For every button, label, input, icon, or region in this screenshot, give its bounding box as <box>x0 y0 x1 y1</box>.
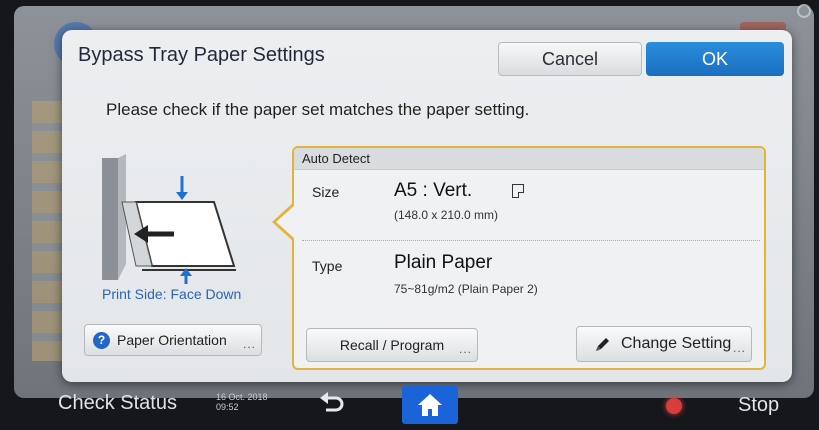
page-portrait-icon <box>512 184 524 198</box>
close-icon <box>797 4 811 18</box>
type-detail: 75~81g/m2 (Plain Paper 2) <box>394 282 538 296</box>
size-value: A5 : Vert. <box>394 180 473 201</box>
date-text: 16 Oct. 2018 <box>216 392 268 402</box>
type-value: Plain Paper <box>394 252 493 273</box>
auto-detect-panel: Auto Detect Size A5 : Vert. (148.0 x 210… <box>292 146 766 370</box>
size-detail: (148.0 x 210.0 mm) <box>394 208 499 222</box>
panel-header: Auto Detect <box>294 148 764 170</box>
stop-indicator-icon[interactable] <box>666 398 682 414</box>
more-indicator: ... <box>732 341 746 355</box>
cancel-button[interactable]: Cancel <box>498 42 642 76</box>
home-button[interactable] <box>402 386 458 424</box>
more-indicator: ... <box>242 337 256 351</box>
more-indicator: ... <box>458 342 472 356</box>
tray-side-icon <box>102 158 118 280</box>
paper-orientation-button[interactable]: ? Paper Orientation ... <box>84 324 262 356</box>
paper-orientation-label: Paper Orientation <box>117 332 227 348</box>
panel-pointer-inner <box>276 205 295 239</box>
instruction-text: Please check if the paper set matches th… <box>106 100 530 119</box>
bottom-bar: Check Status 16 Oct. 2018 09:52 Stop <box>14 384 814 430</box>
recall-program-button[interactable]: Recall / Program ... <box>306 328 478 362</box>
type-label: Type <box>312 258 343 274</box>
stop-button[interactable]: Stop <box>738 394 779 417</box>
back-arrow-icon[interactable] <box>318 390 346 416</box>
datetime-display: 16 Oct. 2018 09:52 <box>216 392 268 412</box>
home-icon <box>418 394 442 416</box>
time-text: 09:52 <box>216 402 239 412</box>
dialog-title: Bypass Tray Paper Settings <box>78 44 325 66</box>
pencil-icon <box>596 338 609 351</box>
paper-tray-illustration <box>102 154 236 284</box>
ok-button[interactable]: OK <box>646 42 784 76</box>
help-icon: ? <box>93 332 110 349</box>
size-label: Size <box>312 184 340 200</box>
change-setting-label: Change Setting <box>621 335 732 352</box>
row-divider <box>302 240 760 241</box>
size-value-row: A5 : Vert. <box>394 180 634 202</box>
change-setting-button[interactable]: Change Setting ... <box>576 326 752 362</box>
print-side-label: Print Side: Face Down <box>102 286 242 302</box>
check-status-button[interactable]: Check Status <box>58 392 177 415</box>
bypass-tray-dialog: Bypass Tray Paper Settings Cancel OK Ple… <box>62 30 792 382</box>
recall-program-label: Recall / Program <box>339 337 445 353</box>
